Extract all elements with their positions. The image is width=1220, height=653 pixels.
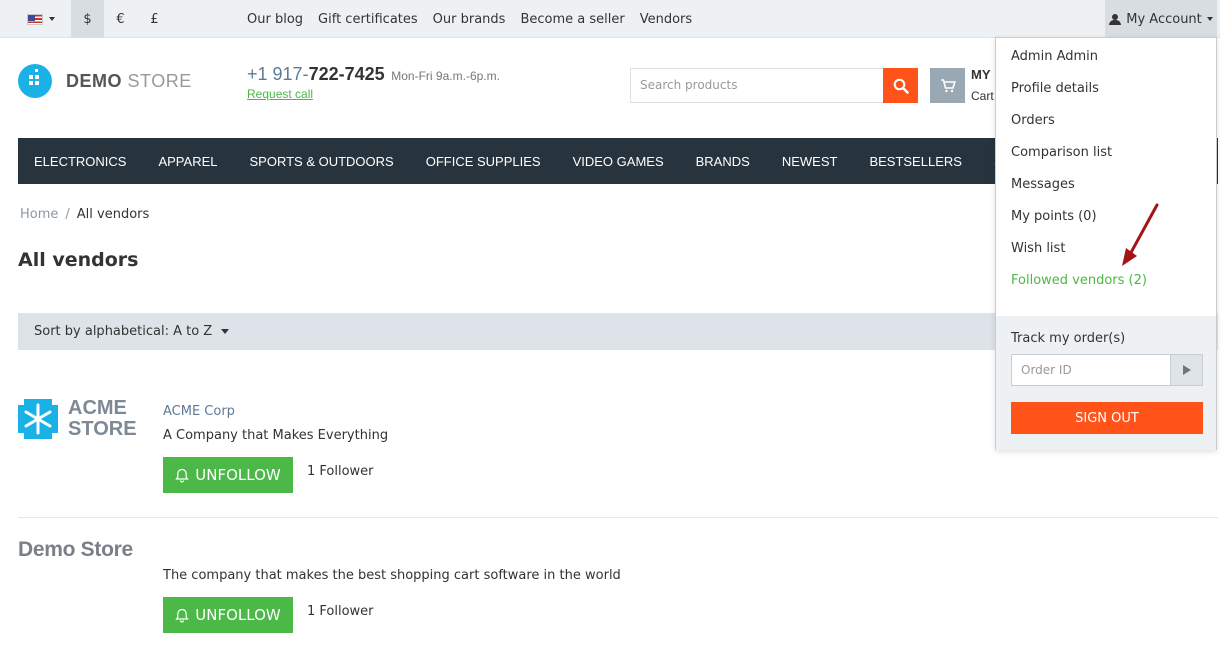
bell-icon (175, 468, 189, 482)
logo-text: DEMO STORE (66, 70, 192, 91)
user-icon (1109, 13, 1122, 25)
link-become-seller[interactable]: Become a seller (520, 12, 624, 27)
search-input[interactable]: Search products (631, 69, 883, 102)
request-call-link[interactable]: Request call (247, 87, 313, 101)
nav-electronics[interactable]: ELECTRONICS (18, 154, 142, 169)
top-links: Our blog Gift certificates Our brands Be… (247, 0, 692, 38)
menu-item-profile-details[interactable]: Profile details (1011, 80, 1147, 112)
logo-mark-icon (18, 64, 52, 98)
top-bar: $ € £ Our blog Gift certificates Our bra… (0, 0, 1220, 38)
order-id-input[interactable]: Order ID (1012, 355, 1170, 385)
phone-prefix: +1 917- (247, 64, 309, 84)
link-gift-certificates[interactable]: Gift certificates (318, 12, 418, 27)
account-dropdown-menu: Admin Admin Profile details Orders Compa… (995, 37, 1217, 450)
nav-video-games[interactable]: VIDEO GAMES (557, 154, 680, 169)
nav-office-supplies[interactable]: OFFICE SUPPLIES (410, 154, 557, 169)
currency-usd[interactable]: $ (71, 0, 104, 38)
search-box: Search products (630, 68, 918, 103)
track-order-section: Track my order(s) Order ID SIGN OUT (996, 316, 1216, 450)
link-our-brands[interactable]: Our brands (433, 12, 506, 27)
vendor-description: A Company that Makes Everything (163, 428, 389, 443)
breadcrumb-separator: / (65, 207, 70, 222)
vendor-description: The company that makes the best shopping… (163, 568, 621, 583)
unfollow-label: UNFOLLOW (195, 606, 281, 624)
sign-out-button[interactable]: SIGN OUT (1011, 402, 1203, 434)
track-order-label: Track my order(s) (1011, 331, 1126, 346)
nav-sports-outdoors[interactable]: SPORTS & OUTDOORS (233, 154, 409, 169)
vendor-logo[interactable]: Demo Store (18, 538, 133, 562)
nav-apparel[interactable]: APPAREL (142, 154, 233, 169)
breadcrumb-current: All vendors (76, 207, 150, 222)
currency-gbp[interactable]: £ (138, 0, 171, 38)
us-flag-icon (27, 13, 43, 25)
chevron-down-icon (1206, 17, 1213, 21)
bell-icon (175, 608, 189, 622)
cart-title[interactable]: MY (971, 67, 991, 82)
follower-count: 1 Follower (307, 464, 374, 479)
order-id-field: Order ID (1011, 354, 1203, 386)
unfollow-label: UNFOLLOW (195, 466, 281, 484)
phone-number: 722-7425 (308, 64, 385, 84)
snowflake-icon (18, 399, 58, 439)
menu-item-orders[interactable]: Orders (1011, 112, 1147, 144)
store-logo[interactable]: DEMO STORE (18, 64, 192, 98)
cart-button[interactable] (930, 68, 965, 103)
follower-count: 1 Follower (307, 604, 374, 619)
phone-block: +1 917-722-7425 Mon-Fri 9a.m.-6p.m. (247, 64, 500, 85)
vendor-logo[interactable]: ACME STORE (18, 398, 137, 440)
vendor-logo-text: ACME STORE (68, 397, 137, 440)
menu-item-comparison-list[interactable]: Comparison list (1011, 144, 1147, 176)
chevron-down-icon[interactable] (221, 329, 230, 334)
currency-eur[interactable]: € (104, 0, 137, 38)
search-icon (893, 78, 909, 94)
link-vendors[interactable]: Vendors (640, 12, 692, 27)
menu-item-account-name[interactable]: Admin Admin (1011, 48, 1147, 80)
search-button[interactable] (883, 68, 918, 103)
page-title: All vendors (18, 249, 139, 271)
nav-brands[interactable]: BRANDS (680, 154, 766, 169)
my-account-button[interactable]: My Account (1105, 0, 1217, 38)
menu-item-followed-vendors[interactable]: Followed vendors (2) (1011, 272, 1147, 304)
nav-newest[interactable]: NEWEST (766, 154, 854, 169)
breadcrumb-home[interactable]: Home (20, 207, 58, 222)
cart-subtitle[interactable]: Cart (971, 89, 994, 103)
phone-hours: Mon-Fri 9a.m.-6p.m. (391, 69, 500, 83)
cart-icon (940, 78, 956, 92)
track-order-button[interactable] (1170, 355, 1202, 385)
annotation-arrow-icon (1122, 203, 1159, 266)
my-account-label: My Account (1126, 11, 1202, 27)
unfollow-button[interactable]: UNFOLLOW (163, 597, 293, 633)
unfollow-button[interactable]: UNFOLLOW (163, 457, 293, 493)
link-our-blog[interactable]: Our blog (247, 12, 303, 27)
chevron-down-icon (49, 17, 55, 21)
nav-bestsellers[interactable]: BESTSELLERS (853, 154, 978, 169)
vendor-item: Demo Store The company that makes the be… (18, 530, 1218, 640)
language-selector[interactable] (12, 0, 70, 38)
breadcrumb: Home / All vendors (20, 207, 149, 222)
sort-dropdown[interactable]: Sort by alphabetical: A to Z (34, 324, 212, 339)
play-icon (1182, 365, 1191, 375)
vendor-name-link[interactable]: ACME Corp (163, 404, 235, 419)
